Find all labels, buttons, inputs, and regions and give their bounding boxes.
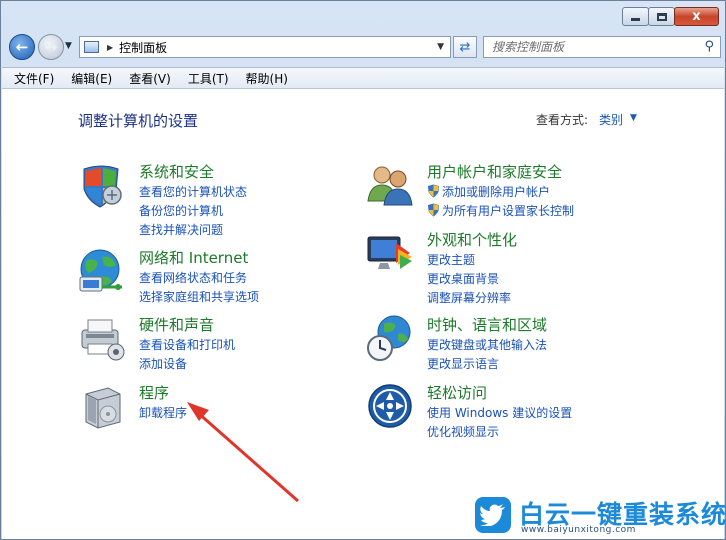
link-label: 为所有用户设置家长控制 [442, 204, 575, 218]
caption-buttons: x [622, 7, 719, 26]
control-panel-window: x ← → ▼ ▶ 控制面板 ▼ ⇄ ⚲ 文件(F) 编辑(E) 查看(V) 工… [0, 0, 726, 540]
refresh-icon: ⇄ [459, 39, 471, 55]
category-user-accounts: 用户帐户和家庭安全 添加或删除用户帐户 为所有用户设置家长控制 [366, 161, 666, 221]
link-devices-printers[interactable]: 查看设备和打印机 [139, 336, 235, 355]
category-title[interactable]: 轻松访问 [427, 382, 487, 403]
link-change-theme[interactable]: 更改主题 [427, 251, 511, 270]
category-title[interactable]: 用户帐户和家庭安全 [427, 161, 562, 182]
close-button[interactable]: x [674, 7, 719, 26]
monitor-colors-icon[interactable] [366, 229, 414, 277]
back-arrow-icon: ← [15, 37, 29, 56]
address-bar[interactable]: ▶ 控制面板 ▼ [79, 36, 451, 58]
link-view-computer-status[interactable]: 查看您的计算机状态 [139, 183, 247, 202]
menu-view[interactable]: 查看(V) [129, 70, 171, 87]
watermark-url: www.baiyunxitong.com [521, 525, 636, 535]
shield-icon[interactable] [78, 161, 126, 209]
users-icon[interactable] [366, 161, 414, 209]
view-by-chevron-down-icon[interactable]: ▼ [630, 113, 637, 123]
search-icon[interactable]: ⚲ [704, 39, 714, 54]
menu-tools[interactable]: 工具(T) [188, 70, 229, 87]
printer-icon[interactable] [78, 314, 126, 362]
menu-file[interactable]: 文件(F) [14, 70, 54, 87]
link-backup-computer[interactable]: 备份您的计算机 [139, 202, 247, 221]
category-links: 查看设备和打印机 添加设备 [139, 336, 235, 374]
category-programs: 程序 卸载程序 [78, 382, 338, 442]
minimize-button[interactable] [622, 7, 649, 26]
category-ease-of-access: 轻松访问 使用 Windows 建议的设置 优化视频显示 [366, 382, 666, 442]
category-title[interactable]: 系统和安全 [139, 161, 214, 182]
category-hardware-sound: 硬件和声音 查看设备和打印机 添加设备 [78, 314, 338, 374]
menu-edit[interactable]: 编辑(E) [71, 70, 112, 87]
link-windows-recommended-settings[interactable]: 使用 Windows 建议的设置 [427, 404, 572, 423]
link-screen-resolution[interactable]: 调整屏幕分辨率 [427, 289, 511, 308]
category-title[interactable]: 硬件和声音 [139, 314, 214, 335]
link-change-display-language[interactable]: 更改显示语言 [427, 355, 547, 374]
category-links: 添加或删除用户帐户 为所有用户设置家长控制 [427, 183, 574, 221]
address-dropdown-icon[interactable]: ▼ [437, 42, 444, 52]
link-troubleshoot[interactable]: 查找并解决问题 [139, 221, 247, 240]
back-button[interactable]: ← [9, 34, 35, 60]
category-links: 使用 Windows 建议的设置 优化视频显示 [427, 404, 572, 442]
bird-shape-icon [480, 504, 505, 526]
programs-box-icon[interactable] [78, 382, 126, 430]
category-links: 更改键盘或其他输入法 更改显示语言 [427, 336, 547, 374]
category-links: 查看网络状态和任务 选择家庭组和共享选项 [139, 269, 259, 307]
category-title[interactable]: 外观和个性化 [427, 229, 517, 250]
uac-shield-icon [428, 203, 439, 217]
category-network-internet: 网络和 Internet 查看网络状态和任务 选择家庭组和共享选项 [78, 247, 338, 307]
navigation-bar: ← → ▼ ▶ 控制面板 ▼ ⇄ ⚲ [7, 33, 721, 61]
category-system-security: 系统和安全 查看您的计算机状态 备份您的计算机 查找并解决问题 [78, 161, 338, 241]
link-add-device[interactable]: 添加设备 [139, 355, 235, 374]
category-links: 卸载程序 [139, 404, 187, 423]
link-uninstall-program[interactable]: 卸载程序 [139, 404, 187, 423]
search-box[interactable]: ⚲ [483, 36, 721, 58]
link-add-remove-accounts[interactable]: 添加或删除用户帐户 [427, 183, 574, 202]
recent-pages-dropdown-icon[interactable]: ▼ [65, 41, 72, 51]
link-label: 添加或删除用户帐户 [442, 185, 551, 199]
view-by-dropdown[interactable]: 类别 [599, 111, 623, 128]
view-by-label: 查看方式: [536, 113, 589, 127]
link-view-network-status[interactable]: 查看网络状态和任务 [139, 269, 259, 288]
breadcrumb-separator-icon[interactable]: ▶ [107, 43, 113, 52]
forward-button[interactable]: → [38, 34, 64, 60]
maximize-icon [656, 12, 667, 21]
control-panel-icon [84, 41, 99, 53]
refresh-button[interactable]: ⇄ [453, 36, 477, 58]
category-title[interactable]: 程序 [139, 382, 169, 403]
bird-logo-icon [475, 497, 511, 533]
close-icon: x [692, 9, 701, 24]
category-links: 查看您的计算机状态 备份您的计算机 查找并解决问题 [139, 183, 247, 240]
maximize-button[interactable] [648, 7, 675, 26]
link-change-background[interactable]: 更改桌面背景 [427, 270, 511, 289]
network-globe-icon[interactable] [78, 247, 126, 295]
ease-of-access-icon[interactable] [366, 382, 414, 430]
category-links: 更改主题 更改桌面背景 调整屏幕分辨率 [427, 251, 511, 308]
watermark-logo: 白云一键重装系统 www.baiyunxitong.com [475, 491, 726, 539]
menu-bar: 文件(F) 编辑(E) 查看(V) 工具(T) 帮助(H) [2, 67, 724, 89]
forward-arrow-icon: → [44, 37, 58, 56]
menu-help[interactable]: 帮助(H) [246, 70, 288, 87]
clock-globe-icon[interactable] [366, 314, 414, 362]
category-appearance: 外观和个性化 更改主题 更改桌面背景 调整屏幕分辨率 [366, 229, 666, 309]
page-title: 调整计算机的设置 [78, 112, 199, 130]
link-parental-controls[interactable]: 为所有用户设置家长控制 [427, 202, 574, 221]
category-title[interactable]: 时钟、语言和区域 [427, 314, 547, 335]
uac-shield-icon [428, 184, 439, 198]
content-area: 调整计算机的设置 查看方式: 类别 ▼ 系统和安全 查看您的计算机状态 备份您的… [2, 89, 724, 539]
category-title[interactable]: 网络和 Internet [139, 247, 248, 268]
link-change-keyboard[interactable]: 更改键盘或其他输入法 [427, 336, 547, 355]
category-clock-language: 时钟、语言和区域 更改键盘或其他输入法 更改显示语言 [366, 314, 666, 374]
breadcrumb-control-panel[interactable]: 控制面板 [119, 39, 167, 56]
link-optimize-video-display[interactable]: 优化视频显示 [427, 423, 572, 442]
minimize-icon [631, 18, 640, 21]
link-homegroup-sharing[interactable]: 选择家庭组和共享选项 [139, 288, 259, 307]
search-input[interactable] [492, 40, 692, 54]
